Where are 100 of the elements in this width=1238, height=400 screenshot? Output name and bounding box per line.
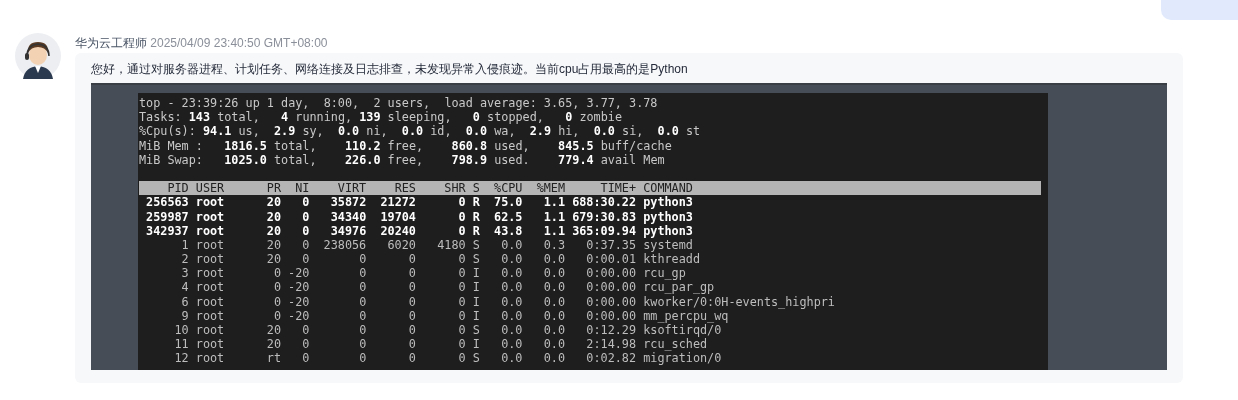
table-cell-text: 0 [301, 209, 310, 224]
column-header: %CPU [493, 181, 523, 196]
table-cell-text: 0.0 [500, 294, 523, 309]
table-cell-text: 20 [265, 209, 281, 224]
table-cell-text: rcu_par_gp [642, 280, 716, 295]
column-header: TIME+ [599, 181, 637, 196]
table-cell-text: 3 [180, 266, 189, 281]
table-cell-text: 0 [301, 237, 310, 253]
table-cell-text: 0 [358, 280, 367, 295]
table-cell-text: S [471, 323, 480, 338]
terminal-line: MiB Swap: 1025.0 total, 226.0 free, 798.9 used. 779.4 avail Mem [139, 152, 666, 167]
avatar-icon [15, 33, 61, 79]
table-cell-text: S [471, 237, 480, 253]
table-cell-text: 259987 [145, 209, 189, 224]
table-cell-text: 9 [180, 308, 189, 323]
table-cell-text: 0.0 [500, 252, 523, 267]
table-cell-text: 238056 [322, 237, 367, 253]
column-header: RES [393, 181, 416, 196]
table-cell-text: root [194, 308, 226, 323]
table-cell-text: 20 [265, 223, 281, 238]
table-cell-text: 1 [180, 237, 189, 253]
table-cell-text: 0 [272, 280, 281, 295]
column-header: S [471, 181, 480, 196]
table-cell-text: 19704 [379, 209, 416, 224]
table-cell-text: root [194, 266, 226, 281]
terminal-line: Tasks: 143 total, 4 running, 139 sleeping, 0 stopped, 0 zombie [139, 110, 624, 125]
table-cell-text: I [471, 266, 480, 281]
table-cell-text: -20 [287, 280, 310, 295]
table-cell-text: 0 [457, 266, 466, 281]
table-cell-text: 34976 [329, 223, 367, 238]
table-cell-text: R [471, 209, 480, 224]
column-header: SHR [443, 181, 466, 196]
table-cell-text: 0:00.00 [585, 280, 637, 295]
table-cell-text: 2:14.98 [585, 337, 637, 352]
table-cell-text: 0.0 [500, 323, 523, 338]
table-cell-text: 0 [358, 323, 367, 338]
table-cell-text: root [194, 351, 226, 366]
table-cell-text: rcu_sched [642, 337, 709, 352]
table-cell-text: 21272 [379, 195, 416, 210]
table-cell-text: 0.0 [500, 266, 523, 281]
table-cell-text: 0 [301, 223, 310, 238]
table-cell-text: python3 [642, 223, 694, 238]
table-cell-text: 20 [265, 323, 281, 338]
table-cell-text: S [471, 351, 480, 366]
table-cell-text: 0 [301, 337, 310, 352]
table-cell-text: root [194, 323, 226, 338]
table-cell-text: 20 [265, 237, 281, 253]
table-cell-text: 679:30.83 [571, 209, 637, 224]
table-cell-text: 4180 [436, 237, 466, 253]
column-header: NI [294, 181, 310, 196]
message-text: 您好，通过对服务器进程、计划任务、网络连接及日志排查，未发现异常入侵痕迹。当前cpu占用最高的是Python [91, 61, 689, 77]
table-cell-text: 0 [272, 266, 281, 281]
table-cell-text: 1.1 [542, 195, 566, 210]
table-cell-text: python3 [642, 209, 694, 224]
table-cell-text: 0 [457, 280, 466, 295]
table-cell-text: rt [265, 351, 281, 366]
table-cell-text: I [471, 294, 480, 309]
table-cell-text: 0 [272, 294, 281, 309]
table-cell-text: 0.0 [542, 351, 566, 366]
table-cell-text: 0 [358, 294, 367, 309]
table-cell-text: 20 [265, 337, 281, 352]
table-cell-text: 0.0 [542, 280, 566, 295]
table-cell-text: 0 [358, 308, 367, 323]
terminal-line: MiB Mem : 1816.5 total, 110.2 free, 860.8 used, 845.5 buff/cache [139, 138, 673, 153]
table-cell-text: 0 [407, 308, 416, 323]
table-cell-text: 20 [265, 195, 281, 210]
table-cell-text: 0 [457, 195, 466, 210]
table-cell-text: 0 [457, 209, 466, 224]
table-cell-text: 0.0 [542, 308, 566, 323]
table-cell-text: -20 [287, 308, 310, 323]
table-cell-text: kworker/0:0H-events_highpri [642, 294, 836, 309]
table-cell-text: mm_percpu_wq [642, 308, 729, 323]
table-cell-text: 0 [301, 351, 310, 366]
table-cell-text: -20 [287, 266, 310, 281]
table-cell-text: 75.0 [493, 195, 523, 210]
table-cell-text: 0 [457, 294, 466, 309]
table-cell-text: -20 [287, 294, 310, 309]
column-header: PID [166, 181, 189, 196]
table-cell-text: 0.0 [500, 351, 523, 366]
table-cell-text: root [194, 294, 226, 309]
column-header: USER [194, 181, 226, 196]
table-cell-text: rcu_gp [642, 266, 687, 281]
table-cell-text: python3 [642, 195, 694, 210]
author-name: 华为云工程师 [75, 36, 147, 50]
table-cell-text: 0.0 [500, 308, 523, 323]
table-cell-text: 2 [180, 252, 189, 267]
table-cell-text: kthreadd [642, 252, 701, 267]
table-cell-text: 0 [457, 308, 466, 323]
table-cell-text: 0 [457, 323, 466, 338]
table-cell-text: 0 [301, 195, 310, 210]
table-cell-text: 0:37.35 [585, 237, 637, 253]
table-cell-text: 0.3 [542, 237, 566, 253]
table-cell-text: 256563 [145, 195, 189, 210]
table-cell-text: 688:30.22 [571, 195, 637, 210]
table-cell-text: 0 [358, 351, 367, 366]
table-cell-text: 11 [173, 337, 189, 352]
table-cell-text: 0 [301, 323, 310, 338]
table-cell-text: 34340 [329, 209, 367, 224]
terminal-line: %Cpu(s): 94.1 us, 2.9 sy, 0.0 ni, 0.0 id, 0.0 wa, 2.9 hi, 0.0 si, 0.0 st [139, 124, 702, 139]
table-cell-text: 12 [173, 351, 189, 366]
